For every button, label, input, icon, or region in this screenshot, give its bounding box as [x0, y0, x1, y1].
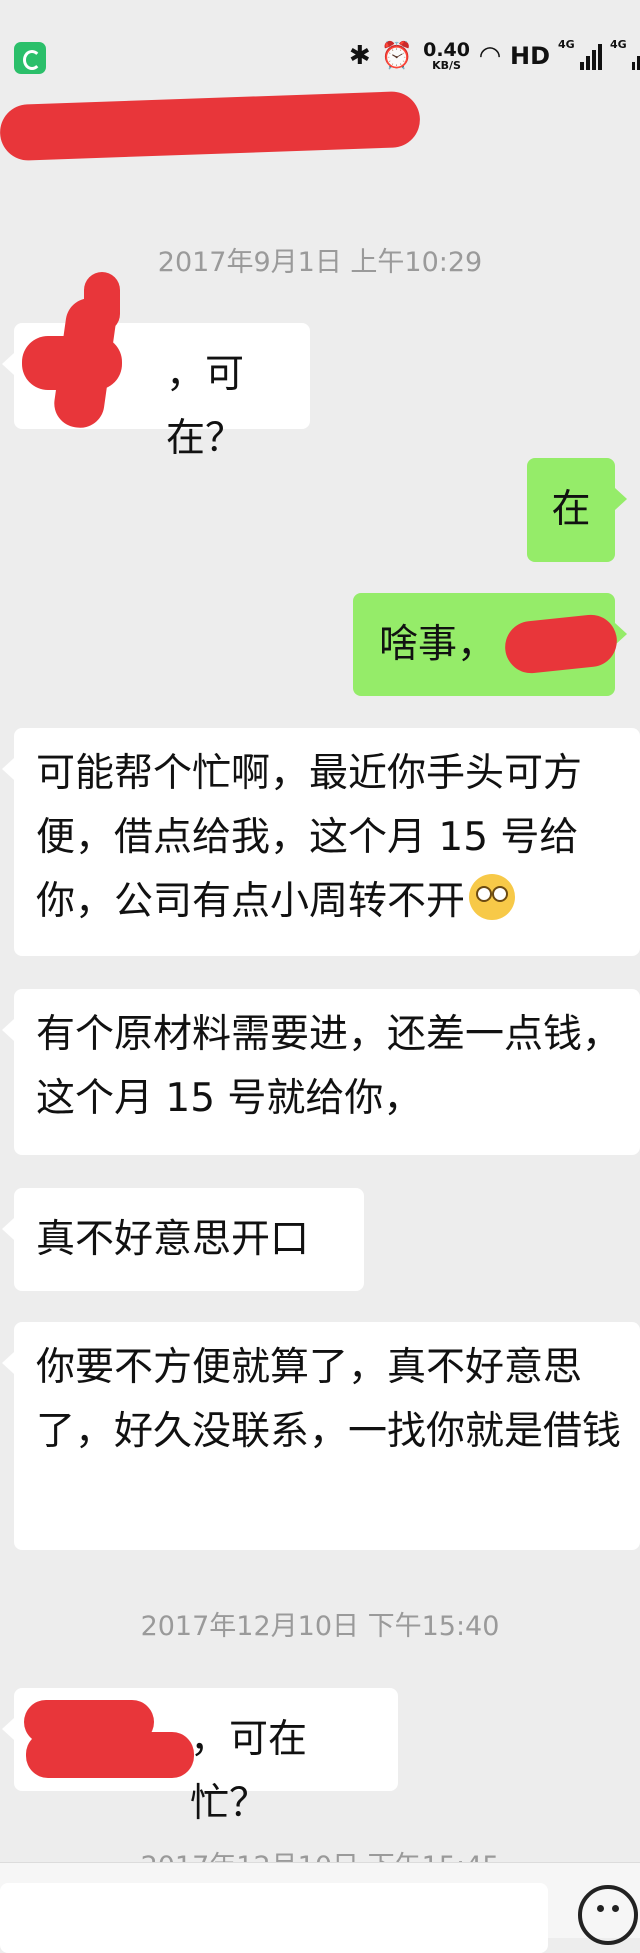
- chat-timestamp: 2017年12月10日 下午15:40: [140, 1611, 500, 1642]
- message-text: 真不好意思开口: [36, 1217, 310, 1262]
- alarm-icon: ⏰: [380, 41, 414, 71]
- message-bubble-received[interactable]: 你要不方便就算了，真不好意思了，好久没联系，一找你就是借钱: [2, 1322, 640, 1550]
- message-bubble-received[interactable]: 真不好意思开口: [2, 1188, 364, 1291]
- redaction-mark: [84, 272, 120, 332]
- message-text: ，可在？: [166, 352, 245, 461]
- status-icons: ✱ ⏰ 0.40 KB/S ◠ HD 4G 4G: [349, 36, 640, 76]
- network-speed: 0.40 KB/S: [423, 39, 470, 72]
- bluetooth-icon: ✱: [348, 41, 371, 71]
- message-text: 啥事，: [379, 622, 497, 667]
- signal-icon-1: 4G: [558, 38, 602, 70]
- message-bubble-sent[interactable]: 在: [527, 458, 627, 562]
- redaction-mark: [0, 90, 421, 162]
- message-text: ，可在忙？: [190, 1717, 308, 1826]
- wifi-icon: ◠: [479, 41, 500, 71]
- message-input[interactable]: [0, 1883, 548, 1953]
- message-text: 在: [551, 487, 591, 532]
- chat-title: [0, 80, 640, 170]
- input-bar: [0, 1862, 640, 1953]
- signal-1-label: 4G: [558, 38, 575, 51]
- message-bubble-received[interactable]: 可能帮个忙啊，最近你手头可方便，借点给我，这个月 15 号给你，公司有点小周转不…: [2, 728, 640, 956]
- signal-2-label: 4G: [610, 38, 627, 51]
- network-speed-value: 0.40: [423, 39, 470, 61]
- network-speed-unit: KB/S: [432, 59, 461, 72]
- message-text: 你要不方便就算了，真不好意思了，好久没联系，一找你就是借钱: [36, 1345, 622, 1454]
- hd-label: HD: [509, 42, 550, 70]
- redaction-mark: [26, 1732, 194, 1778]
- signal-icon-2: 4G: [610, 38, 640, 70]
- emoji-button[interactable]: [578, 1885, 638, 1945]
- message-text: 有个原材料需要进，还差一点钱，这个月 15 号就给你，: [36, 1012, 622, 1121]
- emoji-pleading-face-icon: [469, 874, 516, 920]
- message-bubble-received[interactable]: 有个原材料需要进，还差一点钱，这个月 15 号就给你，: [2, 989, 640, 1155]
- app-notification-icon: [14, 42, 46, 74]
